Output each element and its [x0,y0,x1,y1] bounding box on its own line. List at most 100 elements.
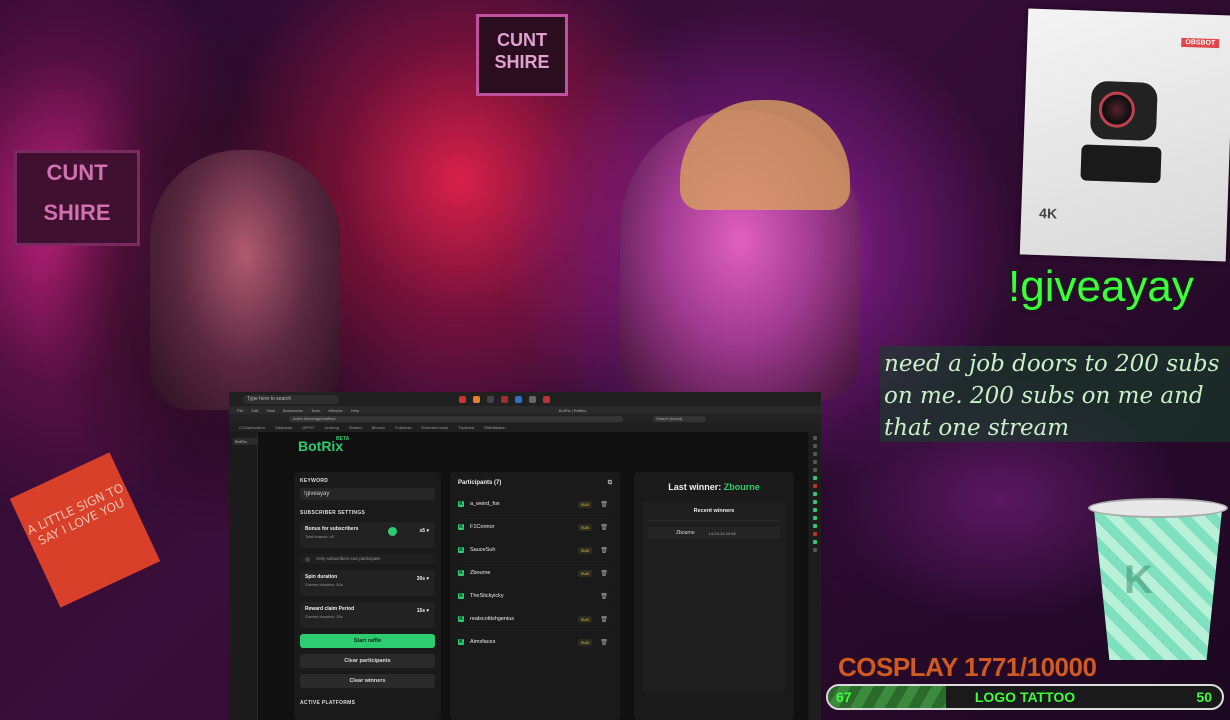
app-icon[interactable] [543,395,550,403]
trash-icon[interactable]: 🗑 [600,570,608,577]
only-subs-toggle[interactable]: Only subscribers can participate [300,554,435,564]
menu-help[interactable]: Help [351,408,359,413]
participant-name: realscottishgenius [470,616,515,622]
app-icon[interactable] [501,395,508,403]
botrix-logo[interactable]: BotRix BETA [298,436,349,454]
sidebar-icon[interactable] [813,508,817,512]
spin-select[interactable]: 30s ▾ [417,576,429,582]
clear-winners-button[interactable]: Clear winners [300,674,435,688]
beta-badge: BETA [336,436,350,442]
browser-sidebar [809,432,821,720]
browser-toolbar: botrix.live/widget/raffles/ Search (boos… [229,414,821,423]
trash-icon[interactable]: 🗑 [600,524,608,531]
trash-icon[interactable]: 🗑 [600,616,608,623]
menu-edit[interactable]: Edit [251,408,258,413]
bookmark[interactable]: Umbrog [325,425,339,430]
product-label: 4K [1038,204,1058,222]
side-tab[interactable]: BotRix [233,438,257,445]
kick-logo-icon: K [1124,558,1153,602]
copy-icon[interactable]: ⧉ [608,480,612,487]
bonus-value: x5 [419,528,426,534]
bookmark[interactable]: Extended tools [422,425,448,430]
sub-badge: SUB [577,500,592,508]
keyword-input[interactable]: !giveayay [300,488,435,500]
browser-search[interactable]: Search (boost) [653,415,706,422]
app-icon[interactable] [487,395,494,403]
kick-icon: K [458,616,464,622]
menu-bookmarks[interactable]: Bookmarks [283,408,303,413]
app-icon[interactable] [515,395,522,403]
bookmark[interactable]: GIPHY [302,425,314,430]
sub-badge: SUB [577,569,592,577]
menu-view[interactable]: View [266,408,275,413]
menu-tools[interactable]: Tools [311,408,320,413]
bin-body [1094,510,1222,660]
app-icon[interactable] [473,395,480,403]
bookmark[interactable]: RMMfastton [484,425,506,430]
bookmark[interactable]: Fotmbuw [395,425,411,430]
sidebar-icon[interactable] [813,540,817,544]
bonus-select[interactable]: x5 ▾ [420,528,429,534]
address-bar[interactable]: botrix.live/widget/raffles/ [289,415,623,422]
kick-icon: K [458,501,464,507]
participant-row: Ka_weird_fox SUB 🗑 [458,493,612,516]
raffle-settings-panel: KEYWORD !giveayay SUBSCRIBER SETTINGS Bo… [294,472,441,720]
bookmark[interactable]: Oddpedia [275,425,292,430]
sidebar-icon[interactable] [813,548,817,552]
participants-panel: Participants (7) ⧉ Ka_weird_fox SUB 🗑 K F1Co… [450,472,620,720]
love-sign: A LITTLE SIGN TO SAY I LOVE YOU [9,452,161,608]
sidebar-icon[interactable] [813,436,817,440]
trash-icon[interactable]: 🗑 [600,593,608,600]
recent-winners-box: Recent winners Zbourne 14-03-24 20:48 [642,502,786,692]
trash-icon[interactable]: 🗑 [600,639,608,646]
kick-icon: K [458,524,464,530]
trash-icon[interactable]: 🗑 [600,547,608,554]
bookmark[interactable]: Stream [349,425,362,430]
browser-side-tabs: BotRix [229,432,258,720]
participant-name: SauceSuh [470,547,496,553]
sidebar-icon[interactable] [813,460,817,464]
bookmark[interactable]: Bimson [372,425,385,430]
app-icon[interactable] [529,395,536,403]
bookmark[interactable]: CLEtarlovision [239,425,265,430]
spin-card: Spin duration Current duration: 30s 30s … [300,570,435,596]
sub-badge: SUB [577,638,592,646]
participant-name: Aimsfaces [470,639,496,645]
bonus-subtitle: Total chance: x5 [305,534,334,539]
spin-title: Spin duration [305,574,338,580]
sidebar-icon[interactable] [813,532,817,536]
bin-rim [1088,498,1228,518]
bookmarks-bar: CLEtarlovision Oddpedia GIPHY Umbrog Str… [229,423,821,432]
sidebar-icon[interactable] [813,500,817,504]
info-icon[interactable] [388,527,397,536]
sidebar-icon[interactable] [813,516,817,520]
clear-participants-button[interactable]: Clear participants [300,654,435,668]
participant-row: K F1Connor SUB 🗑 [458,516,612,539]
sidebar-icon[interactable] [813,468,817,472]
sidebar-icon[interactable] [813,484,817,488]
taskbar-search[interactable]: Type here to search [243,394,339,404]
window-title: BotRix | Raffles [558,407,587,413]
reward-select[interactable]: 15s ▾ [417,608,429,614]
participant-row: K TheStickyicky 🗑 [458,585,612,608]
screen-capture: Type here to search File Edit View Bookm… [229,392,821,720]
participant-name: TheStickyicky [470,593,504,599]
sidebar-icon[interactable] [813,444,817,448]
menu-window[interactable]: Window [328,408,342,413]
webcam-product-image: OBSBOT 4K [1019,8,1230,262]
trash-icon[interactable]: 🗑 [600,501,608,508]
chat-message-overlay: need a job doors to 200 subs on me. 200 … [880,346,1230,442]
sidebar-icon[interactable] [813,452,817,456]
kick-icon: K [458,639,464,645]
sidebar-icon[interactable] [813,524,817,528]
taskbar: Type here to search [229,392,821,406]
participants-title: Participants (7) [458,480,502,486]
menu-file[interactable]: File [237,408,243,413]
botrix-app: BotRix BETA KEYWORD !giveayay SUBSCRIBER … [258,432,808,720]
start-raffle-button[interactable]: Start raffle [300,634,435,648]
bookmark[interactable]: Tripleckd [458,425,474,430]
sidebar-icon[interactable] [813,492,817,496]
spin-subtitle: Current duration: 30s [305,582,343,587]
sidebar-icon[interactable] [813,476,817,480]
app-icon[interactable] [459,395,466,403]
